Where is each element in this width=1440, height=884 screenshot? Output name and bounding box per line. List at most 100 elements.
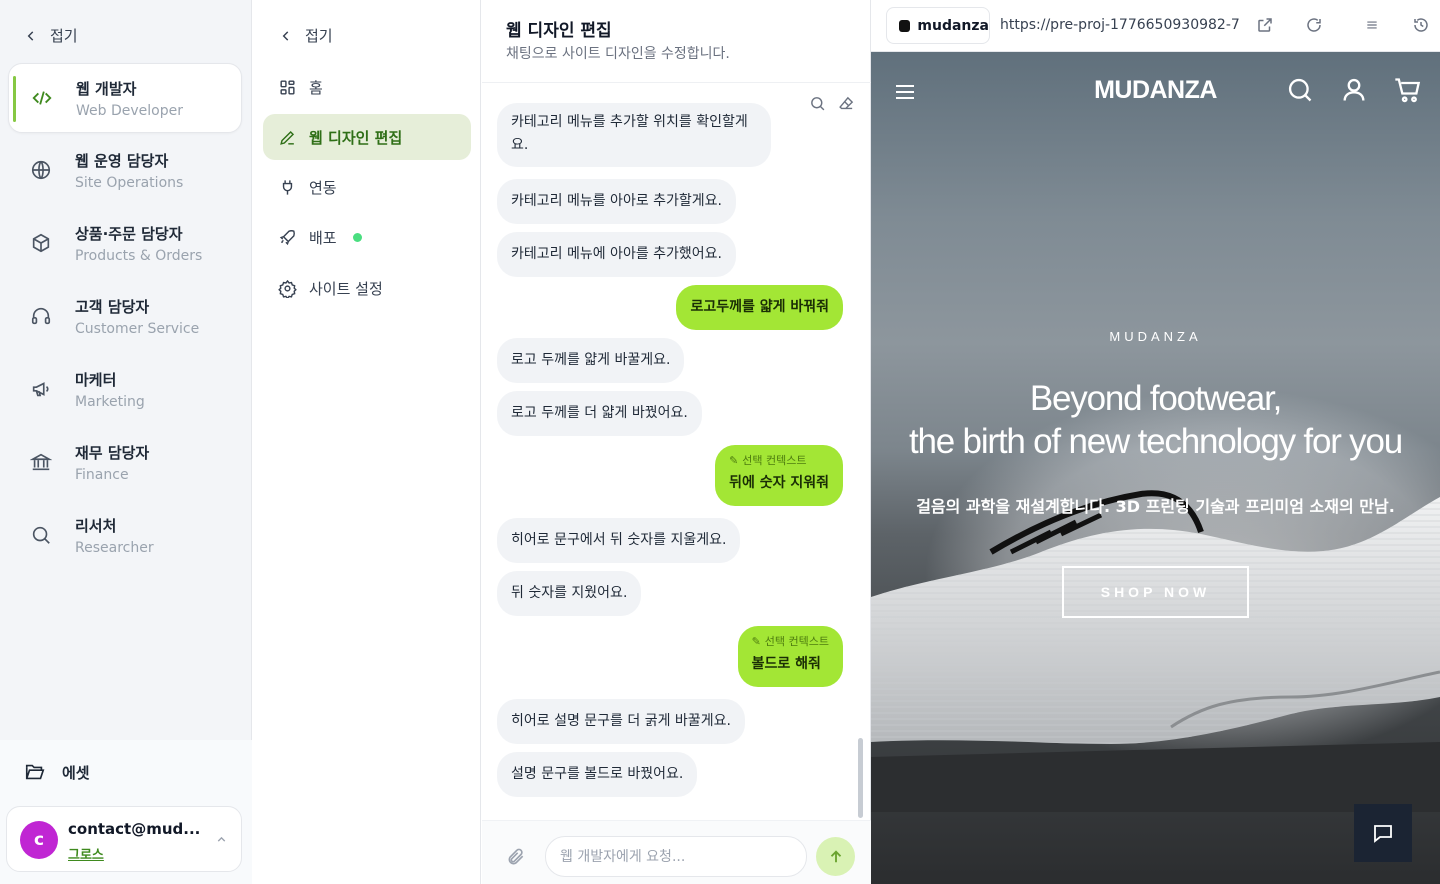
user-message: ✎ 선택 컨텍스트 볼드로 해줘 [737,626,843,687]
shop-now-button[interactable]: SHOP NOW [1062,566,1249,618]
message-text: 뒤에 숫자 지워줘 [729,475,829,491]
nav-label: 웹 디자인 편집 [309,128,403,147]
site-favicon [899,19,911,32]
history-icon[interactable] [1412,16,1430,34]
hero-title-line: Beyond footwear, [1029,379,1282,418]
paperclip-icon[interactable] [506,847,526,867]
role-researcher[interactable]: 리서처 Researcher [8,501,242,571]
chevron-left-icon [282,30,289,41]
external-link-icon[interactable] [1256,16,1274,34]
nav-integrations[interactable]: 연동 [263,164,471,210]
hero-description: 걸음의 과학을 재설계합니다. 3D 프린팅 기술과 프리미엄 소재의 만남. [916,497,1395,516]
bot-message: 설명 문구를 볼드로 바꿨어요. [497,752,698,797]
chat-widget-button[interactable] [1354,804,1412,862]
role-title: 웹 개발자 [76,80,137,98]
megaphone-icon [29,377,53,401]
nav-deploy[interactable]: 배포 [263,214,471,260]
role-site-operations[interactable]: 웹 운영 담당자 Site Operations [8,136,242,206]
message-list: 카테고리 메뉴를 추가할 위치를 확인할게요. 카테고리 메뉴를 아아로 추가할… [482,100,854,820]
active-indicator [13,76,16,122]
bot-message: 카테고리 메뉴를 아아로 추가할게요. [497,179,736,224]
message-text: 볼드로 해줘 [751,656,821,672]
chat-panel: 웹 디자인 편집 채팅으로 사이트 디자인을 수정합니다. 카테고리 메뉴를 추… [482,0,871,884]
role-customer-service[interactable]: 고객 담당자 Customer Service [8,282,242,352]
menu-icon[interactable] [1365,16,1379,34]
request-input[interactable] [545,836,807,877]
hero-title: Beyond footwear, the birth of new techno… [871,377,1440,463]
bank-icon [29,450,53,474]
rocket-icon [279,229,295,245]
shoe-image [871,490,1440,812]
role-subtitle: Web Developer [76,103,183,119]
page-subtitle: 채팅으로 사이트 디자인을 수정합니다. [506,46,730,62]
role-products-orders[interactable]: 상품·주문 담당자 Products & Orders [8,209,242,279]
role-title: 재무 담당자 [75,444,150,462]
nav-web-design-edit[interactable]: 웹 디자인 편집 [263,114,471,160]
nav-site-settings[interactable]: 사이트 설정 [263,265,471,311]
site-preview: mudanza https://pre-proj-1776650930982-7… [871,0,1440,884]
grid-icon [280,79,295,95]
nav-label: 연동 [309,178,337,197]
context-label: 선택 컨텍스트 [764,635,829,648]
refresh-icon[interactable] [1305,16,1323,34]
chat-scrollbar[interactable] [858,738,863,818]
user-message: 로고두께를 얇게 바꿔줘 [676,285,843,330]
plan-link[interactable]: 그로스 [68,844,104,863]
user-message: ✎ 선택 컨텍스트 뒤에 숫자 지워줘 [715,445,843,506]
role-subtitle: Finance [75,467,129,483]
bot-message: 히어로 설명 문구를 더 굵게 바꿀게요. [497,699,745,744]
bot-message: 로고 두께를 얇게 바꿀게요. [497,338,685,383]
bot-message: 카테고리 메뉴를 추가할 위치를 확인할게요. [497,103,771,167]
globe-icon [29,158,53,182]
nav-label: 배포 [309,228,337,247]
role-subtitle: Site Operations [75,175,184,191]
preview-toolbar: mudanza https://pre-proj-1776650930982-7… [871,0,1440,52]
chat-bubble-icon [1374,825,1392,843]
role-title: 마케터 [75,371,117,389]
chevron-up-icon [217,836,226,842]
deploy-status-dot [352,232,362,242]
account-menu[interactable]: c contact@mud... 그로스 [6,806,242,872]
send-button[interactable] [816,837,855,876]
selected-context-tag: ✎ 선택 컨텍스트 [729,454,829,468]
sidebar-collapse-button[interactable]: 접기 [24,25,78,46]
site-tab-label: mudanza [917,17,989,34]
preview-url[interactable]: https://pre-proj-1776650930982-7... [1000,17,1240,33]
cart-icon[interactable] [1393,76,1421,104]
role-subtitle: Products & Orders [75,248,203,264]
search-icon [29,523,53,547]
pencil-icon: ✎ [751,635,761,648]
role-subtitle: Customer Service [75,321,200,337]
bot-message: 히어로 문구에서 뒤 숫자를 지울게요. [497,518,741,563]
avatar: c [20,821,58,859]
role-finance[interactable]: 재무 담당자 Finance [8,428,242,498]
pencil-icon: ✎ [729,454,739,467]
role-subtitle: Marketing [75,394,145,410]
headphones-icon [29,304,53,328]
role-marketing[interactable]: 마케터 Marketing [8,355,242,425]
context-label: 선택 컨텍스트 [742,454,807,467]
nav-label: 홈 [309,78,323,97]
code-icon [30,86,54,110]
role-subtitle: Researcher [75,540,154,556]
site-tab[interactable]: mudanza [886,7,990,44]
subnav-collapse-button[interactable]: 접기 [279,25,333,46]
bot-message: 카테고리 메뉴에 아아를 추가했어요. [497,232,736,277]
collapse-label: 접기 [50,27,78,45]
assets-button[interactable]: 에셋 [24,761,90,783]
plug-icon [282,179,293,195]
search-icon[interactable] [1286,76,1314,104]
nav-home[interactable]: 홈 [263,64,471,110]
role-title: 리서처 [75,517,117,535]
gear-icon [278,279,297,298]
section-sidebar: 접기 홈 웹 디자인 편집 연동 배포 사이트 설정 [253,0,481,884]
role-title: 웹 운영 담당자 [75,152,169,170]
folder-open-icon [25,764,45,780]
collapse-label: 접기 [305,27,333,45]
user-icon[interactable] [1340,76,1368,104]
role-web-developer[interactable]: 웹 개발자 Web Developer [8,63,242,133]
hero-brand: MUDANZA [1109,329,1202,344]
bot-message: 뒤 숫자를 지웠어요. [497,571,642,616]
box-icon [29,231,53,255]
pencil-icon [280,130,295,145]
